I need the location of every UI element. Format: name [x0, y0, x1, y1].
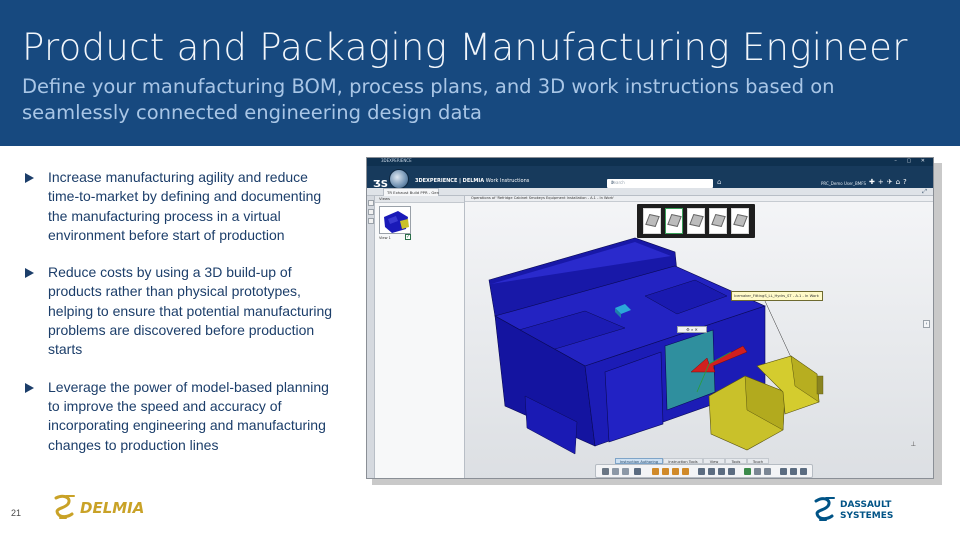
tool-icon[interactable] — [780, 468, 787, 475]
window-title: 3DEXPERIENCE — [381, 158, 412, 163]
edit-icon[interactable] — [652, 468, 659, 475]
search-icon[interactable]: ⌕ — [611, 179, 710, 187]
tool-icon[interactable] — [800, 468, 807, 475]
copy-icon[interactable] — [612, 468, 619, 475]
delmia-logo: DELMIA — [54, 494, 144, 519]
bullet-text: Leverage the power of model-based planni… — [48, 378, 329, 453]
svg-text:DELMIA: DELMIA — [80, 499, 144, 517]
axis-triad-icon: ⟂ — [911, 440, 916, 448]
tool-icon[interactable] — [764, 468, 771, 475]
bullet-item: Increase manufacturing agility and reduc… — [24, 168, 342, 245]
tool-icon[interactable] — [754, 468, 761, 475]
window-controls-icon[interactable]: – ▢ ✕ — [894, 158, 929, 164]
view-icon[interactable] — [728, 468, 735, 475]
top-actions-icon[interactable]: ✚+✈⌂? — [869, 178, 910, 186]
context-toolbar[interactable]: ⚙ ⌕ ✕ — [677, 326, 707, 333]
view-icon[interactable] — [708, 468, 715, 475]
edit-icon[interactable] — [662, 468, 669, 475]
part-callout-label: Icemaker_FittingS_LL_Hydrs_ST - A.1 - In… — [731, 291, 823, 301]
tag-icon[interactable]: ⌂ — [717, 178, 721, 186]
window-titlebar: 3DEXPERIENCE – ▢ ✕ — [367, 158, 933, 166]
edit-icon[interactable] — [672, 468, 679, 475]
action-bar — [595, 464, 813, 478]
view-icon[interactable] — [698, 468, 705, 475]
bullet-text: Reduce costs by using a 3D build-up of p… — [48, 264, 333, 358]
cut-icon[interactable] — [602, 468, 609, 475]
page-title: Product and Packaging Manufacturing Engi… — [22, 26, 908, 69]
view-thumbnail-image — [384, 211, 409, 233]
tool-icon[interactable] — [790, 468, 797, 475]
bullet-arrow-icon — [25, 268, 34, 279]
expand-icon[interactable]: ⤢ — [922, 188, 927, 196]
checkmark-icon[interactable]: ✓ — [405, 234, 411, 240]
measure-icon[interactable] — [744, 468, 751, 475]
strip-button[interactable] — [368, 209, 374, 215]
bullet-text: Increase manufacturing agility and reduc… — [48, 169, 322, 243]
bullet-arrow-icon — [25, 382, 34, 393]
paste-icon[interactable] — [622, 468, 629, 475]
bullet-item: Leverage the power of model-based planni… — [24, 378, 342, 455]
page-subtitle: Define your manufacturing BOM, process p… — [22, 75, 835, 124]
3d-model[interactable] — [465, 196, 933, 479]
left-action-strip — [367, 196, 375, 478]
view-icon[interactable] — [718, 468, 725, 475]
compass-icon[interactable] — [389, 169, 409, 189]
document-tabstrip: TR Exhaust Build PPR - Gen ⤢ — [367, 188, 933, 196]
views-panel-header: Views — [375, 196, 464, 203]
app-toolbar: ƷS 3DEXPERIENCE | DELMIA Work Instructio… — [367, 166, 933, 190]
app-screenshot: 3DEXPERIENCE – ▢ ✕ ƷS 3DEXPERIENCE | DEL… — [366, 157, 934, 479]
svg-text:SYSTEMES: SYSTEMES — [840, 511, 893, 521]
view-label: View 1 — [379, 236, 391, 240]
header-band: Product and Packaging Manufacturing Engi… — [0, 0, 960, 146]
strip-button[interactable] — [368, 218, 374, 224]
undo-icon[interactable] — [634, 468, 641, 475]
dassault-systemes-logo: DASSAULT SYSTEMES — [814, 497, 893, 521]
strip-button[interactable] — [368, 200, 374, 206]
svg-text:DASSAULT: DASSAULT — [840, 500, 892, 510]
search-input[interactable]: Search ⌕ — [607, 179, 713, 188]
doc-tab[interactable]: TR Exhaust Build PPR - Gen — [383, 188, 439, 196]
app-name: 3DEXPERIENCE | DELMIA Work Instructions — [415, 178, 530, 184]
3d-viewer[interactable]: Operations of 'Refridge Cabinet Smokeys … — [465, 196, 933, 479]
views-panel: Views View 1 ✓ — [375, 196, 465, 478]
bullet-list: Increase manufacturing agility and reduc… — [24, 168, 342, 473]
side-panel-handle-icon[interactable]: ‹ — [923, 320, 930, 328]
page-number: 21 — [11, 508, 22, 518]
user-name[interactable]: PRC_Demo User_BMFS — [821, 181, 866, 186]
view-thumbnail[interactable] — [379, 206, 411, 234]
bullet-arrow-icon — [25, 173, 34, 183]
edit-icon[interactable] — [682, 468, 689, 475]
bullet-item: Reduce costs by using a 3D build-up of p… — [24, 263, 342, 359]
